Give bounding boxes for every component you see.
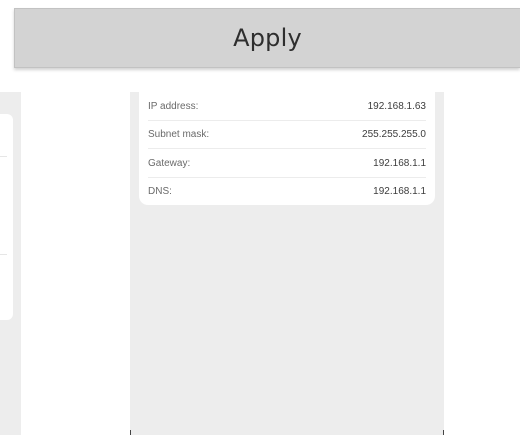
left-card-divider	[0, 254, 7, 255]
left-settings-card	[0, 114, 13, 320]
network-info-panel: IP address: 192.168.1.63 Subnet mask: 25…	[130, 92, 444, 435]
gateway-value: 192.168.1.1	[373, 157, 426, 169]
gateway-label: Gateway:	[148, 157, 191, 169]
subnet-mask-row: Subnet mask: 255.255.255.0	[148, 121, 426, 150]
panel-edge-tick	[443, 430, 444, 435]
apply-button[interactable]: Apply	[14, 8, 520, 68]
network-info-card: IP address: 192.168.1.63 Subnet mask: 25…	[139, 92, 435, 205]
ip-address-label: IP address:	[148, 100, 199, 112]
subnet-mask-value: 255.255.255.0	[362, 129, 426, 141]
subnet-mask-label: Subnet mask:	[148, 129, 210, 141]
dns-value: 192.168.1.1	[373, 186, 426, 198]
dns-row: DNS: 192.168.1.1	[148, 178, 426, 207]
apply-button-label: Apply	[233, 24, 302, 52]
panel-edge-tick	[130, 430, 131, 435]
left-card-divider	[0, 156, 7, 157]
dns-label: DNS:	[148, 186, 172, 198]
screen: Apply IP address: 192.168.1.63 Subnet ma…	[0, 0, 520, 435]
gateway-row: Gateway: 192.168.1.1	[148, 149, 426, 178]
ip-address-row: IP address: 192.168.1.63	[148, 92, 426, 121]
ip-address-value: 192.168.1.63	[367, 100, 426, 112]
